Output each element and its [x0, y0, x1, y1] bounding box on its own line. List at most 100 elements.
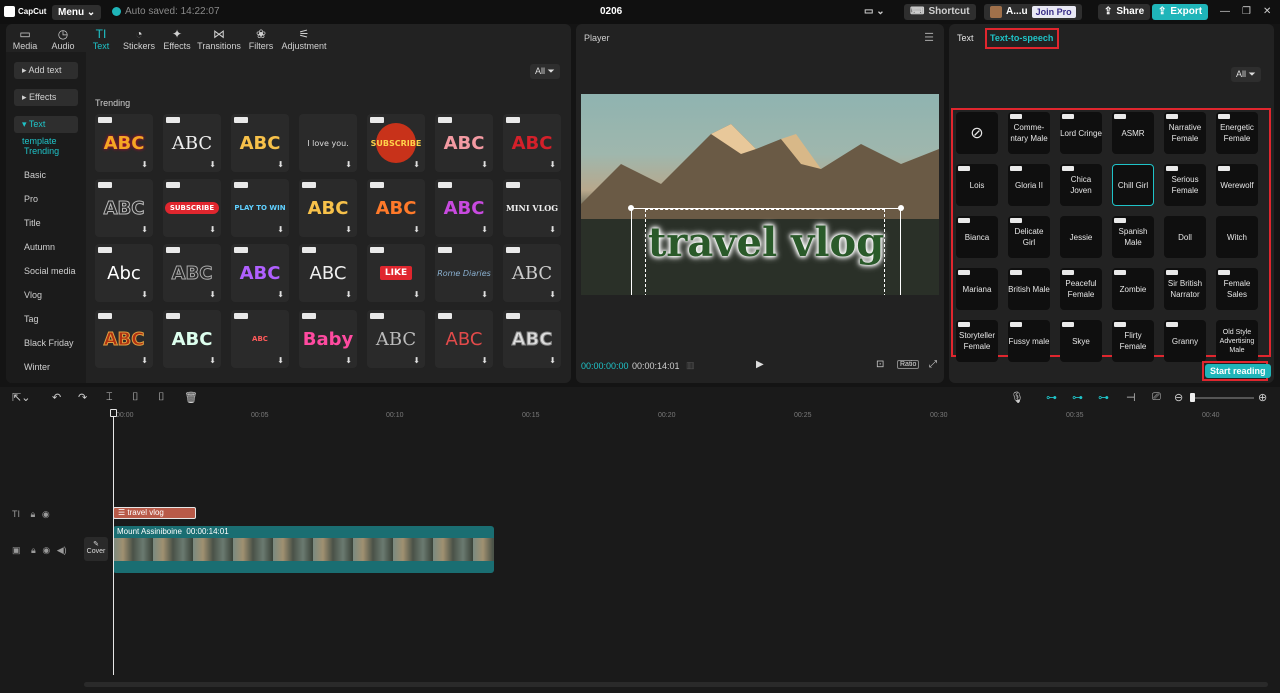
tab-text[interactable]: TI Text: [82, 24, 120, 52]
preview-icon[interactable]: ⎚: [1152, 391, 1161, 404]
download-icon[interactable]: ⬇: [481, 356, 488, 365]
undo-icon[interactable]: ↶: [52, 391, 61, 404]
template-card[interactable]: ABC ⬇: [231, 114, 289, 172]
sidebar-item-vlog[interactable]: Vlog: [24, 290, 42, 300]
voice-option[interactable]: Storyteller Female: [956, 320, 998, 362]
split-right-icon[interactable]: ⌷: [158, 391, 165, 404]
download-icon[interactable]: ⬇: [549, 290, 556, 299]
resize-handle[interactable]: [628, 205, 634, 211]
voice-option[interactable]: Gloria II: [1008, 164, 1050, 206]
template-card[interactable]: ABC ⬇: [163, 114, 221, 172]
sidebar-item-pro[interactable]: Pro: [24, 194, 38, 204]
sidebar-item-social-media[interactable]: Social media: [24, 266, 76, 276]
close-icon[interactable]: ✕: [1263, 6, 1271, 17]
microphone-icon[interactable]: 🎙: [1010, 391, 1024, 404]
playhead-handle[interactable]: [110, 409, 117, 417]
template-card[interactable]: I love you. ⬇: [299, 114, 357, 172]
template-card[interactable]: Baby ⬇: [299, 310, 357, 368]
lock-icon[interactable]: 🔒︎: [31, 545, 36, 555]
voice-option[interactable]: Witch: [1216, 216, 1258, 258]
template-card[interactable]: Abc ⬇: [95, 244, 153, 302]
voice-option[interactable]: Zombie: [1112, 268, 1154, 310]
voice-none[interactable]: ⊘: [956, 112, 998, 154]
voice-option[interactable]: Flirty Female: [1112, 320, 1154, 362]
user-account[interactable]: A...u Join Pro: [984, 4, 1082, 20]
tab-adjustment[interactable]: ⚟ Adjustment: [280, 24, 328, 52]
voice-option[interactable]: Sir British Narrator: [1164, 268, 1206, 310]
voice-option[interactable]: Bianca: [956, 216, 998, 258]
add-text-button[interactable]: ▸ Add text: [14, 62, 78, 79]
project-title[interactable]: 0206: [600, 6, 622, 17]
download-icon[interactable]: ⬇: [413, 290, 420, 299]
time-ruler[interactable]: 00:00 00:05 00:10 00:15 00:20 00:25 00:3…: [112, 409, 1272, 423]
tab-text-props[interactable]: Text: [957, 33, 974, 43]
template-card[interactable]: ABC ⬇: [435, 114, 493, 172]
sidebar-item-winter[interactable]: Winter: [24, 362, 50, 372]
download-icon[interactable]: ⬇: [141, 290, 148, 299]
sidebar-item-trending[interactable]: Trending: [24, 146, 59, 156]
template-card[interactable]: ABC ⬇: [503, 244, 561, 302]
template-card[interactable]: SUBSCRIBE ⬇: [367, 114, 425, 172]
download-icon[interactable]: ⬇: [345, 290, 352, 299]
download-icon[interactable]: ⬇: [413, 356, 420, 365]
maximize-icon[interactable]: ❐: [1242, 6, 1251, 17]
filter-all-button[interactable]: All ⏷: [530, 64, 560, 79]
download-icon[interactable]: ⬇: [549, 160, 556, 169]
voice-option[interactable]: Chica Joven: [1060, 164, 1102, 206]
download-icon[interactable]: ⬇: [141, 225, 148, 234]
template-card[interactable]: ABC ⬇: [503, 114, 561, 172]
sidebar-item-title[interactable]: Title: [24, 218, 41, 228]
template-card[interactable]: ABC ⬇: [231, 244, 289, 302]
template-card[interactable]: MINI VLOG ⬇: [503, 179, 561, 237]
voice-option[interactable]: Delicate Girl: [1008, 216, 1050, 258]
download-icon[interactable]: ⬇: [345, 160, 352, 169]
minimize-icon[interactable]: —: [1220, 6, 1230, 17]
voice-option[interactable]: Doll: [1164, 216, 1206, 258]
voice-option[interactable]: Old Style Advertising Male: [1216, 320, 1258, 362]
download-icon[interactable]: ⬇: [413, 160, 420, 169]
template-card[interactable]: ABC ⬇: [367, 179, 425, 237]
shortcut-button[interactable]: ⌨ Shortcut: [904, 4, 976, 20]
download-icon[interactable]: ⬇: [549, 225, 556, 234]
template-card[interactable]: SUBSCRIBE ⬇: [163, 179, 221, 237]
voice-option[interactable]: Energetic Female: [1216, 112, 1258, 154]
voice-option[interactable]: Comme-ntary Male: [1008, 112, 1050, 154]
download-icon[interactable]: ⬇: [209, 290, 216, 299]
template-card[interactable]: ABC ⬇: [163, 310, 221, 368]
voice-option[interactable]: Serious Female: [1164, 164, 1206, 206]
download-icon[interactable]: ⬇: [277, 225, 284, 234]
download-icon[interactable]: ⬇: [277, 160, 284, 169]
tab-transitions[interactable]: ⋈ Transitions: [196, 24, 242, 52]
download-icon[interactable]: ⬇: [413, 225, 420, 234]
voice-option[interactable]: Werewolf: [1216, 164, 1258, 206]
download-icon[interactable]: ⬇: [277, 290, 284, 299]
voice-option[interactable]: Lord Cringe: [1060, 112, 1102, 154]
eye-icon[interactable]: ◉: [42, 509, 50, 519]
sidebar-item-black-friday[interactable]: Black Friday: [24, 338, 74, 348]
redo-icon[interactable]: ↷: [78, 391, 87, 404]
resize-handle[interactable]: [898, 205, 904, 211]
download-icon[interactable]: ⬇: [345, 356, 352, 365]
template-card[interactable]: ABC ⬇: [95, 310, 153, 368]
download-icon[interactable]: ⬇: [209, 225, 216, 234]
voice-option[interactable]: Female Sales: [1216, 268, 1258, 310]
voice-option[interactable]: Chill Girl: [1112, 164, 1154, 206]
voice-option[interactable]: Lois: [956, 164, 998, 206]
download-icon[interactable]: ⬇: [481, 290, 488, 299]
template-card[interactable]: ABC ⬇: [231, 310, 289, 368]
download-icon[interactable]: ⬇: [209, 356, 216, 365]
voice-option[interactable]: Mariana: [956, 268, 998, 310]
speaker-icon[interactable]: ◀): [57, 545, 67, 555]
tab-filters[interactable]: ❀ Filters: [242, 24, 280, 52]
export-button[interactable]: ⇪ Export: [1152, 4, 1209, 20]
effects-button[interactable]: ▸ Effects: [14, 89, 78, 106]
download-icon[interactable]: ⬇: [277, 356, 284, 365]
split-left-icon[interactable]: ⌷: [132, 391, 139, 404]
download-icon[interactable]: ⬇: [549, 356, 556, 365]
download-icon[interactable]: ⬇: [209, 160, 216, 169]
zoom-in-icon[interactable]: ⊕: [1258, 391, 1267, 404]
voice-option[interactable]: Peaceful Female: [1060, 268, 1102, 310]
select-tool-icon[interactable]: ⇱⌄: [12, 391, 30, 404]
video-preview[interactable]: travel vlog ⟳: [581, 94, 939, 295]
eye-icon[interactable]: ◉: [42, 545, 50, 555]
